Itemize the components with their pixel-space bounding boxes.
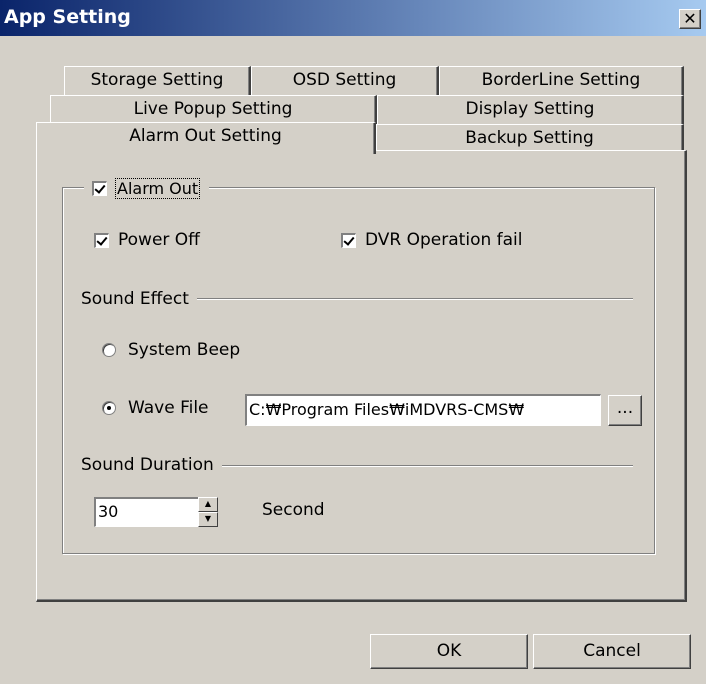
tab-storage-setting[interactable]: Storage Setting (64, 66, 251, 95)
spin-down-icon[interactable]: ▼ (198, 512, 218, 527)
tab-alarm-out-setting[interactable]: Alarm Out Setting (36, 122, 376, 154)
wave-file-radio[interactable]: Wave File (102, 398, 209, 418)
tab-osd-setting[interactable]: OSD Setting (251, 66, 439, 95)
checkbox-icon (92, 180, 107, 196)
radio-selected-icon (102, 401, 116, 415)
sound-duration-input[interactable]: 30 (94, 497, 199, 527)
duration-spinner[interactable]: ▲ ▼ (198, 497, 218, 527)
tab-borderline-setting[interactable]: BorderLine Setting (439, 66, 684, 95)
alarm-out-label: Alarm Out (114, 177, 201, 199)
checkbox-icon (94, 232, 109, 248)
cancel-button[interactable]: Cancel (533, 634, 691, 669)
sound-duration-label: Sound Duration (81, 455, 222, 475)
title-bar[interactable]: App Setting ✕ (0, 0, 706, 36)
tab-label: Storage Setting (90, 70, 224, 90)
system-beep-label: System Beep (128, 340, 241, 360)
power-off-label: Power Off (118, 230, 200, 250)
system-beep-radio[interactable]: System Beep (102, 340, 240, 360)
ok-button[interactable]: OK (370, 634, 528, 669)
checkbox-icon (341, 232, 356, 248)
spin-up-icon[interactable]: ▲ (198, 497, 218, 512)
wave-file-path-input[interactable]: C:₩Program Files₩iMDVRS-CMS₩ (245, 394, 601, 426)
radio-icon (102, 343, 116, 357)
alarm-out-checkbox[interactable]: Alarm Out (84, 173, 210, 203)
power-off-checkbox[interactable]: Power Off (94, 230, 200, 250)
tab-live-popup-setting[interactable]: Live Popup Setting (50, 95, 377, 124)
close-icon: ✕ (683, 9, 697, 28)
tab-display-setting[interactable]: Display Setting (377, 95, 684, 124)
close-button[interactable]: ✕ (679, 9, 701, 29)
browse-button[interactable]: ... (608, 395, 642, 426)
tab-label: BorderLine Setting (481, 70, 641, 90)
dvr-operation-fail-checkbox[interactable]: DVR Operation fail (341, 230, 523, 250)
duration-unit-label: Second (262, 500, 325, 520)
tab-label: OSD Setting (292, 70, 397, 90)
wave-file-label: Wave File (128, 398, 209, 418)
dvr-operation-fail-label: DVR Operation fail (365, 230, 523, 250)
tab-backup-setting[interactable]: Backup Setting (376, 124, 684, 153)
app-setting-dialog: App Setting ✕ Storage Setting OSD Settin… (0, 0, 706, 684)
sound-effect-label: Sound Effect (81, 289, 197, 309)
window-title: App Setting (4, 6, 131, 28)
tab-label: Backup Setting (465, 128, 594, 148)
tab-label: Display Setting (465, 99, 595, 119)
tab-label: Alarm Out Setting (129, 126, 282, 146)
tab-label: Live Popup Setting (133, 99, 293, 119)
